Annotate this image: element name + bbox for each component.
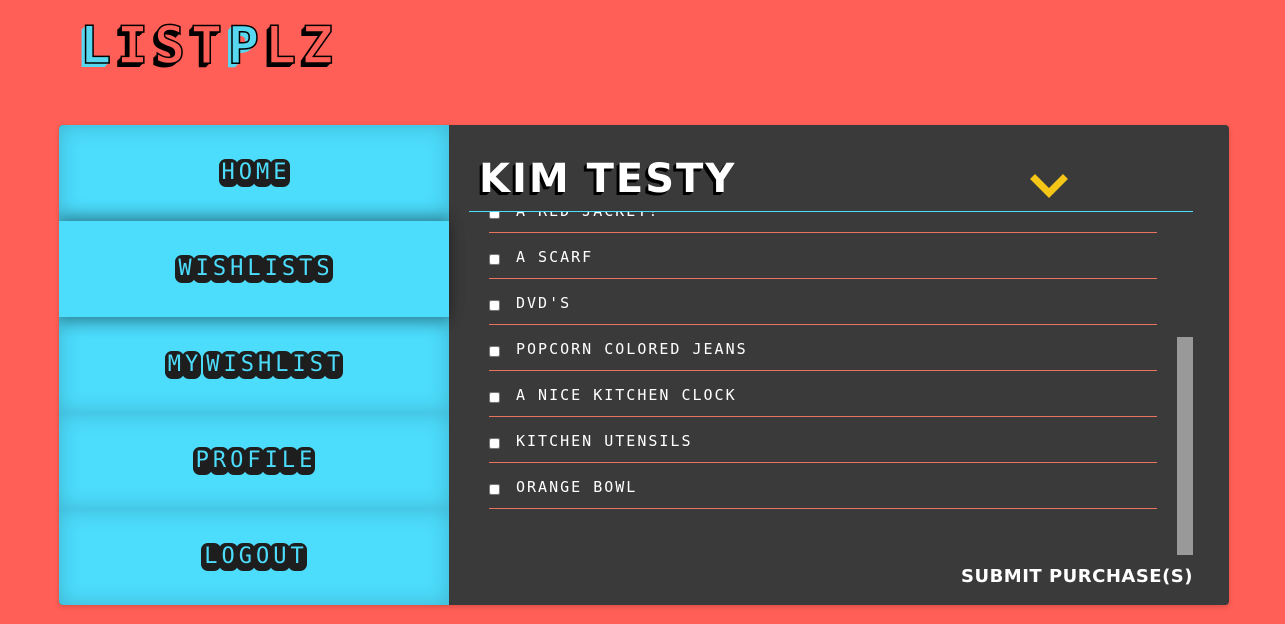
label-letter: i [289,351,309,379]
list-item: Orange bowl [489,463,1157,509]
list-item: Popcorn colored jeans [489,325,1157,371]
item-label: Kitchen utensils [516,432,693,450]
logo-letter: P [227,16,260,76]
label-letter: l [272,351,292,379]
label-letter: W [203,351,223,379]
list-item: A scarf [489,233,1157,279]
label-letter: i [192,255,212,283]
sidebar-item-label: Profile [192,447,316,475]
label-letter: L [201,543,221,571]
label-letter: W [175,255,195,283]
wishlist-owner-title: Kim Testy [479,156,737,202]
submit-purchases-button[interactable]: Submit purchase(s) [961,565,1193,589]
logo-letter: L [79,16,112,76]
item-checkbox[interactable] [489,254,500,265]
list-item: A red jacket! [489,212,1157,233]
logo-letter: S [153,16,186,76]
list-scrollbar[interactable] [1177,212,1193,555]
sidebar-item-label: Wishlists [175,255,333,283]
item-label: A red jacket! [516,212,659,221]
item-checkbox[interactable] [489,300,500,311]
label-letter: o [218,543,238,571]
wishlist-content: Kim Testy A red jacket! A scarf DVD's [449,125,1229,605]
item-checkbox[interactable] [489,484,500,495]
item-label: A nice kitchen clock [516,386,737,404]
logo-letter: I [116,16,149,76]
sidebar-item-my-wishlist[interactable]: MyWishlist [59,317,449,413]
label-letter: i [261,447,281,475]
sidebar-item-label: MyWishlist [164,351,344,379]
label-letter: P [192,447,212,475]
wishlist-header: Kim Testy [469,153,1193,212]
sidebar-nav: Home Wishlists MyWishlist Profile Logout [59,125,449,605]
sidebar-item-profile[interactable]: Profile [59,413,449,509]
label-letter: t [287,543,307,571]
item-checkbox[interactable] [489,212,500,219]
main-panel: Home Wishlists MyWishlist Profile Logout… [59,125,1229,605]
item-label: DVD's [516,294,572,312]
logo-letter: Z [301,16,334,76]
item-checkbox[interactable] [489,346,500,357]
label-letter: i [220,351,240,379]
label-letter: i [261,255,281,283]
list-scrollbar-thumb[interactable] [1177,337,1193,555]
item-label: Popcorn colored jeans [516,340,748,358]
sidebar-item-logout[interactable]: Logout [59,509,449,605]
wishlist-items: A red jacket! A scarf DVD's Popcorn colo… [489,212,1157,509]
item-label: Orange bowl [516,478,638,496]
sidebar-item-home[interactable]: Home [59,125,449,221]
sidebar-item-label: Home [218,159,290,187]
logo-letter: L [264,16,297,76]
label-letter: t [324,351,344,379]
list-item: A nice kitchen clock [489,371,1157,417]
item-checkbox[interactable] [489,392,500,403]
label-letter: H [218,159,238,187]
sidebar-item-wishlists[interactable]: Wishlists [59,221,449,317]
list-item: DVD's [489,279,1157,325]
item-checkbox[interactable] [489,438,500,449]
label-letter: e [270,159,290,187]
list-item: Kitchen utensils [489,417,1157,463]
label-letter: u [270,543,290,571]
sidebar-item-label: Logout [201,543,307,571]
label-letter: f [244,447,264,475]
item-label: A scarf [516,248,594,266]
label-letter: s [313,255,333,283]
label-letter: l [244,255,264,283]
logo-letter: T [190,16,223,76]
app-logo[interactable]: LISTPLZ [77,16,336,76]
wishlist-items-viewport: A red jacket! A scarf DVD's Popcorn colo… [489,212,1157,542]
chevron-down-icon[interactable] [1030,171,1068,201]
label-letter: e [296,447,316,475]
